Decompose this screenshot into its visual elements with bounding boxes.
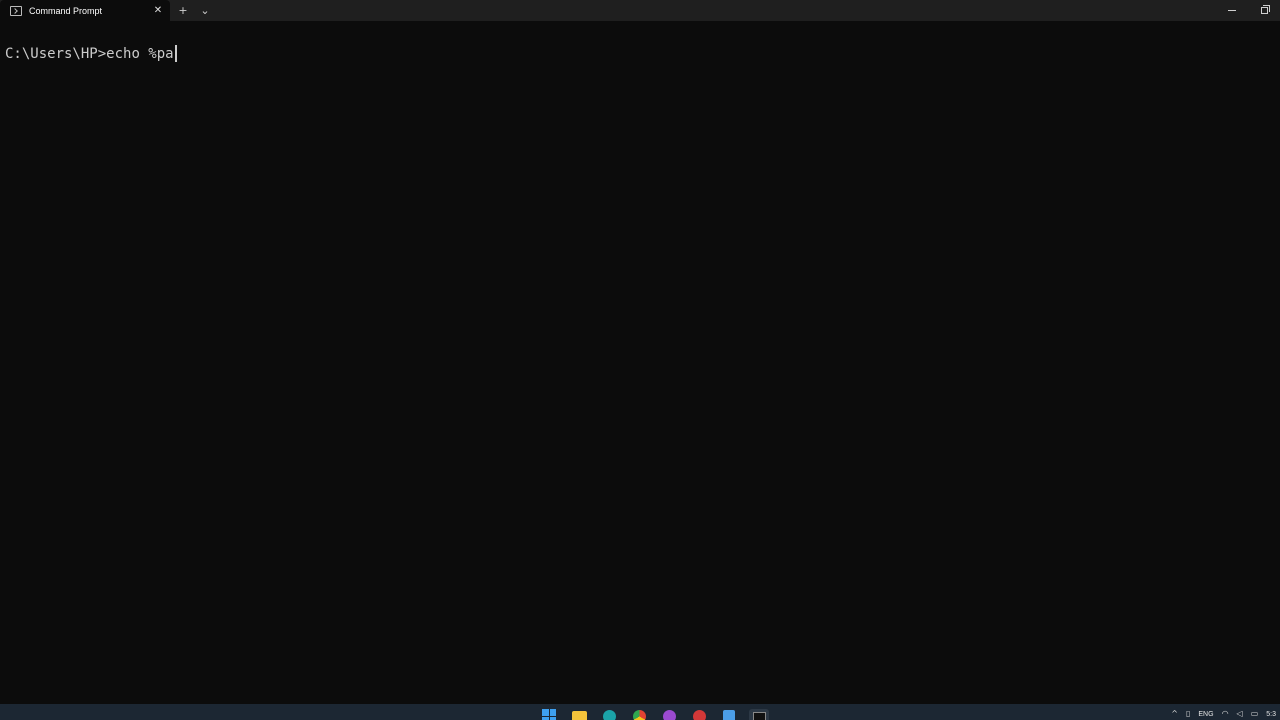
- wifi-icon[interactable]: ◠: [1222, 709, 1229, 719]
- notepad-icon[interactable]: [719, 709, 739, 720]
- taskbar-apps: [539, 709, 769, 720]
- restore-icon: [1260, 5, 1270, 14]
- battery-icon[interactable]: ▭: [1251, 709, 1259, 719]
- terminal-tab-icon: [10, 5, 22, 16]
- minimize-button[interactable]: [1216, 0, 1248, 21]
- minimize-icon: [1228, 10, 1236, 11]
- new-tab-button[interactable]: +: [172, 0, 194, 21]
- app-icon[interactable]: [659, 709, 679, 720]
- pen-icon[interactable]: ▯: [1186, 709, 1190, 719]
- text-cursor: [174, 45, 177, 62]
- command-line[interactable]: C:\Users\HP> echo %pa: [5, 45, 177, 62]
- system-tray: ^ ▯ ENG ◠ ◁ ▭ 5:3: [1171, 709, 1276, 719]
- volume-icon[interactable]: ◁: [1237, 709, 1243, 719]
- typed-command: echo %pa: [106, 45, 174, 62]
- chrome-icon[interactable]: [629, 709, 649, 720]
- language-indicator[interactable]: ENG: [1198, 711, 1213, 718]
- start-icon[interactable]: [539, 709, 559, 720]
- app-icon[interactable]: [689, 709, 709, 720]
- title-drag-region[interactable]: [216, 0, 1216, 21]
- tab-close-icon[interactable]: ✕: [152, 0, 164, 21]
- taskbar: ^ ▯ ENG ◠ ◁ ▭ 5:3: [0, 704, 1280, 720]
- restore-button[interactable]: [1248, 0, 1280, 21]
- clock[interactable]: 5:3: [1266, 711, 1276, 718]
- prompt-path: C:\Users\HP>: [5, 45, 107, 62]
- edge-icon[interactable]: [599, 709, 619, 720]
- terminal-area[interactable]: C:\Users\HP> echo %pa: [0, 21, 1280, 704]
- terminal-icon[interactable]: [749, 709, 769, 720]
- tab-title: Command Prompt: [29, 5, 103, 16]
- title-bar: Command Prompt ✕ + ⌄: [0, 0, 1280, 21]
- tab-dropdown-button[interactable]: ⌄: [194, 0, 216, 21]
- tray-chevron-icon[interactable]: ^: [1171, 709, 1178, 719]
- tab-command-prompt[interactable]: Command Prompt ✕: [0, 0, 170, 21]
- file-explorer-icon[interactable]: [569, 709, 589, 720]
